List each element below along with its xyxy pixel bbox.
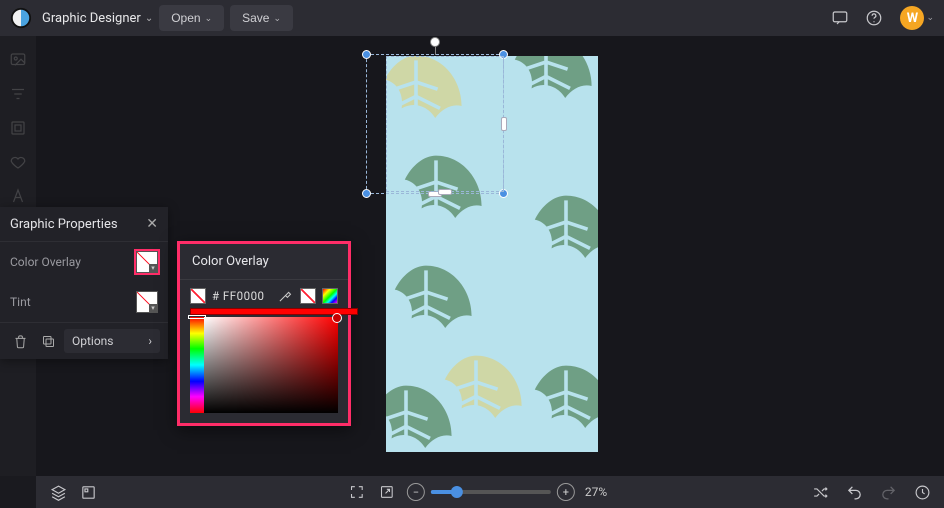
app-title-text: Graphic Designer: [42, 11, 141, 26]
save-button[interactable]: Save ⌄: [230, 5, 293, 31]
top-bar: Graphic Designer ⌄ Open ⌄ Save ⌄ W ⌄: [0, 0, 944, 36]
open-button[interactable]: Open ⌄: [159, 5, 224, 31]
fit-screen-icon[interactable]: [347, 482, 367, 502]
chevron-down-icon: ▾: [149, 264, 157, 272]
undo-icon[interactable]: [844, 482, 864, 502]
save-button-label: Save: [242, 11, 269, 25]
zoom-slider: − + 27%: [407, 483, 607, 501]
tint-label: Tint: [10, 295, 31, 309]
color-popover-title: Color Overlay: [180, 244, 348, 280]
zoom-out-button[interactable]: −: [407, 483, 425, 501]
options-label: Options: [72, 334, 114, 348]
sv-cursor[interactable]: [332, 313, 342, 323]
color-space-button[interactable]: [322, 288, 338, 304]
resize-handle-sw[interactable]: [362, 189, 371, 198]
color-overlay-swatch[interactable]: ▾: [136, 251, 158, 273]
chevron-down-icon: ⌄: [926, 13, 934, 23]
hue-slider[interactable]: [190, 317, 204, 413]
leaf-graphic: [506, 186, 598, 306]
color-overlay-row[interactable]: Color Overlay ▾: [0, 242, 168, 282]
chat-icon[interactable]: [826, 4, 854, 32]
avatar: W: [900, 6, 924, 30]
panel-footer: Options ›: [0, 322, 168, 359]
options-button[interactable]: Options ›: [64, 329, 160, 353]
layers-icon[interactable]: [48, 482, 68, 502]
tool-image-icon[interactable]: [8, 50, 28, 70]
tint-swatch[interactable]: ▾: [136, 291, 158, 313]
zoom-percent-label: 27%: [585, 485, 607, 499]
app-logo-icon[interactable]: [10, 7, 32, 29]
tool-heart-icon[interactable]: [8, 152, 28, 172]
expand-icon[interactable]: [377, 482, 397, 502]
zoom-track[interactable]: [431, 490, 551, 494]
no-color-button[interactable]: [300, 288, 316, 304]
app-title-menu[interactable]: Graphic Designer ⌄: [42, 11, 153, 26]
color-overlay-popover: Color Overlay # FF0000: [177, 241, 351, 426]
color-popover-controls: # FF0000: [180, 280, 348, 308]
panel-header: Graphic Properties ✕: [0, 207, 168, 242]
account-menu[interactable]: W ⌄: [900, 6, 934, 30]
chevron-down-icon: ⌄: [145, 13, 153, 24]
bottom-bar: − + 27%: [36, 476, 944, 508]
close-icon[interactable]: ✕: [146, 216, 158, 232]
shuffle-icon[interactable]: [810, 482, 830, 502]
history-icon[interactable]: [912, 482, 932, 502]
page-preview-icon[interactable]: [78, 482, 98, 502]
leaf-graphic: [386, 376, 466, 452]
leaf-graphic: [506, 356, 598, 452]
tool-frame-icon[interactable]: [8, 118, 28, 138]
graphic-properties-panel: Graphic Properties ✕ Color Overlay ▾ Tin…: [0, 207, 168, 359]
selection-bounds-inner[interactable]: [386, 56, 504, 192]
open-button-label: Open: [171, 11, 200, 25]
duplicate-icon[interactable]: [36, 329, 60, 353]
zoom-in-button[interactable]: +: [557, 483, 575, 501]
chevron-down-icon: ⌄: [273, 13, 281, 24]
help-icon[interactable]: [860, 4, 888, 32]
chevron-right-icon: ›: [148, 334, 152, 348]
redo-icon: [878, 482, 898, 502]
eyedropper-icon[interactable]: [278, 288, 294, 304]
color-overlay-label: Color Overlay: [10, 255, 81, 269]
rotate-handle[interactable]: [430, 37, 440, 47]
trash-icon[interactable]: [8, 329, 32, 353]
current-color-swatch[interactable]: [190, 288, 206, 304]
canvas-area[interactable]: [36, 36, 944, 476]
resize-handle-nw[interactable]: [362, 50, 371, 59]
tool-filter-icon[interactable]: [8, 84, 28, 104]
chevron-down-icon: ▾: [149, 304, 157, 312]
chevron-down-icon: ⌄: [205, 13, 213, 24]
resize-handle-e[interactable]: [501, 117, 507, 131]
panel-title: Graphic Properties: [10, 217, 118, 232]
zoom-knob[interactable]: [451, 486, 463, 498]
saturation-value-field[interactable]: [204, 317, 338, 413]
tint-row[interactable]: Tint ▾: [0, 282, 168, 322]
resize-handle-s[interactable]: [438, 189, 452, 195]
tool-text-icon[interactable]: [8, 186, 28, 206]
color-picker-body: [180, 317, 348, 423]
hex-input[interactable]: # FF0000: [212, 289, 272, 303]
